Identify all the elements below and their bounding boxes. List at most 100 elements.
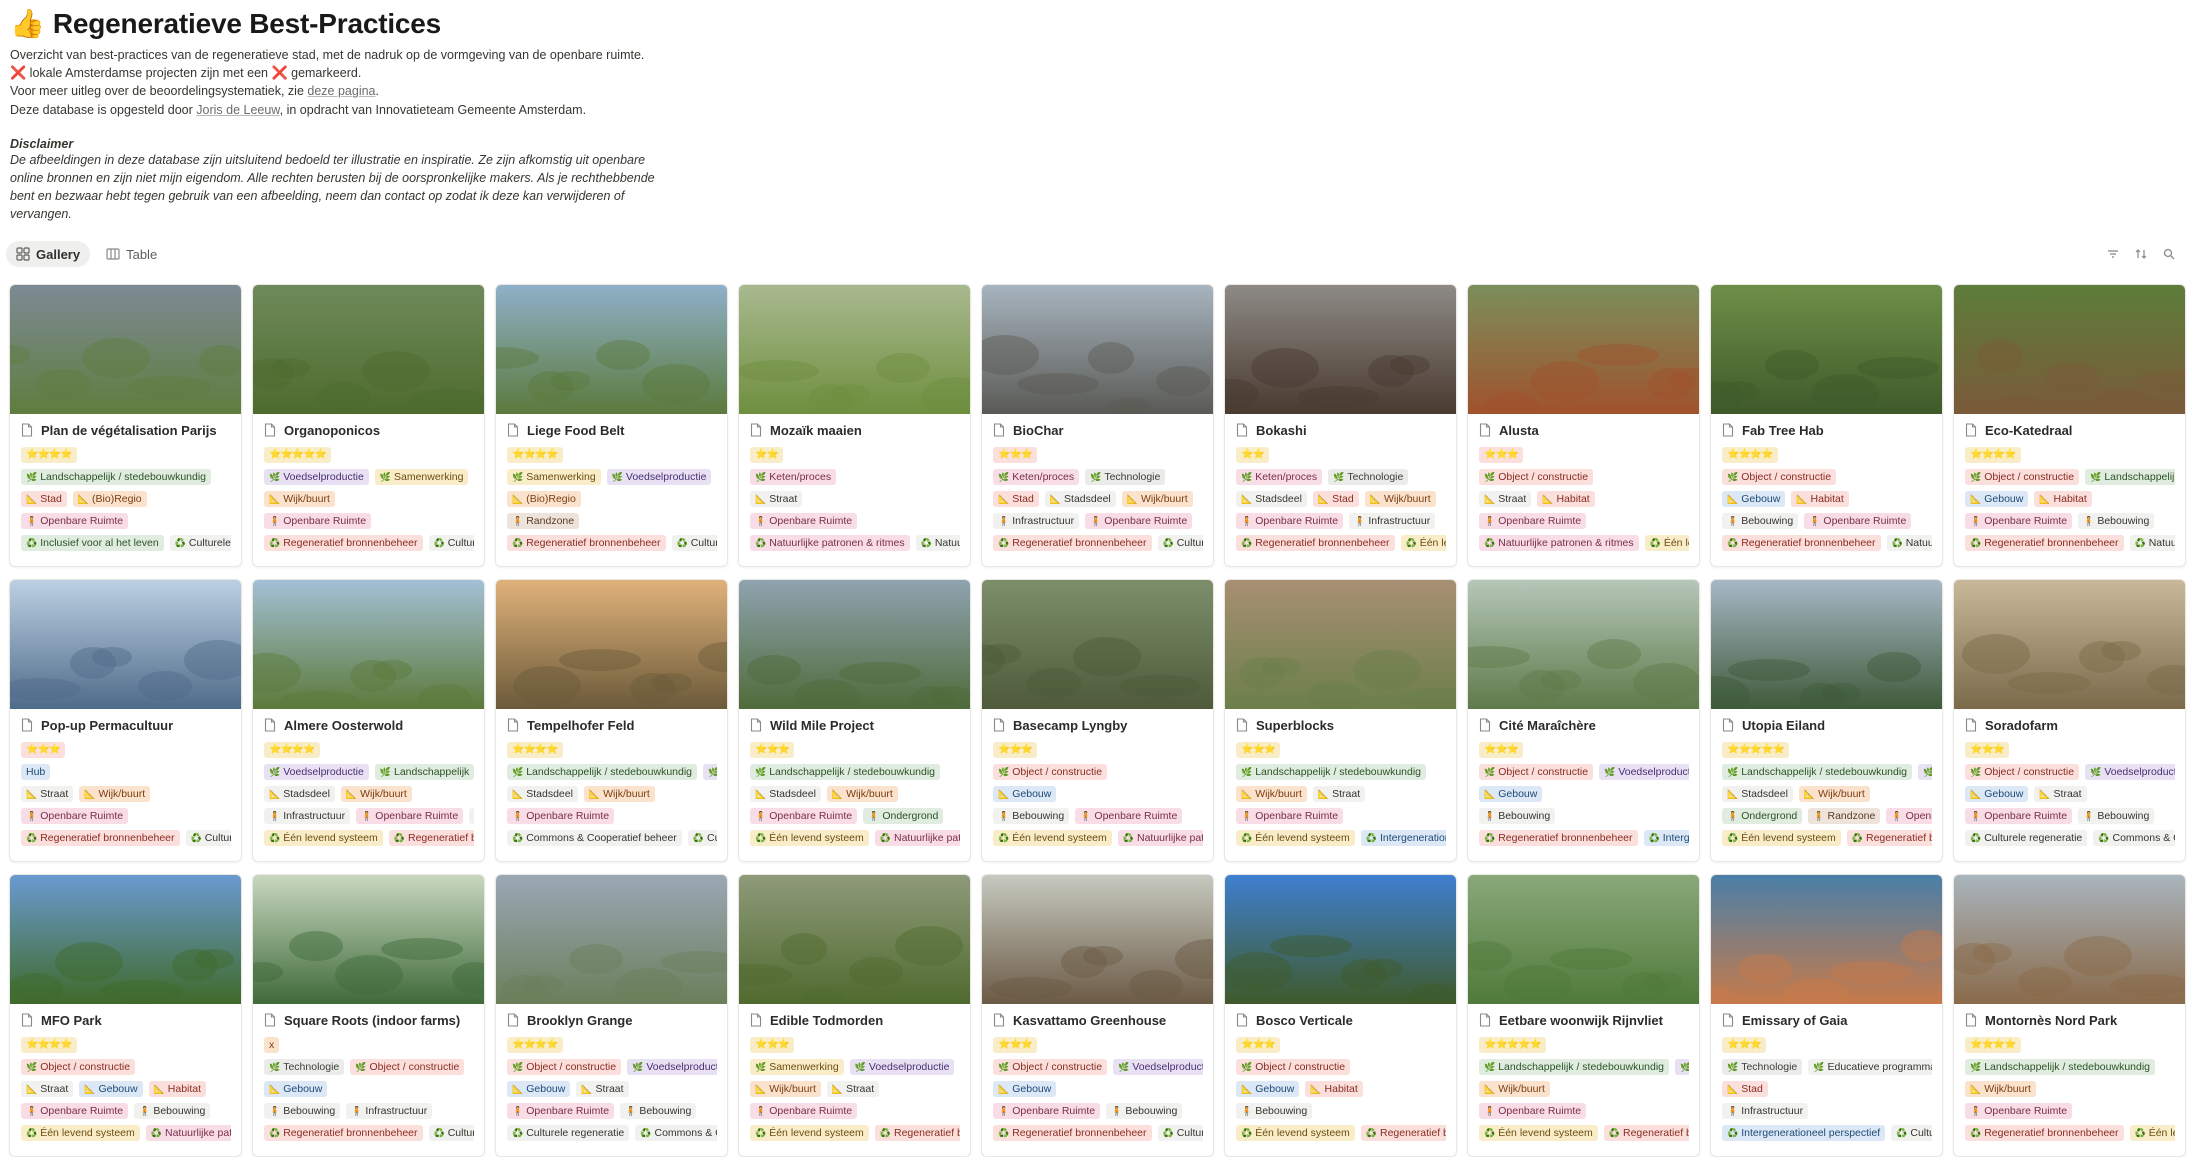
card-title[interactable]: Eetbare woonwijk Rijnvliet xyxy=(1479,1011,1689,1029)
card-title[interactable]: Cité Maraîchère xyxy=(1479,716,1689,734)
gallery-card[interactable]: Pop-up Permacultuur ⭐⭐⭐ Hub 📐 Straat 📐 Wijk/bu… xyxy=(9,579,242,862)
tab-gallery[interactable]: Gallery xyxy=(6,241,91,267)
gallery-card[interactable]: Eco-Katedraal ⭐⭐⭐⭐ 🌿 Object / constructie 🌿 L… xyxy=(1953,284,2186,567)
search-icon[interactable] xyxy=(2161,246,2177,262)
property-tag: 📐 Straat xyxy=(1479,491,1532,507)
card-title[interactable]: Edible Todmorden xyxy=(750,1011,960,1029)
gallery-card[interactable]: Cité Maraîchère ⭐⭐⭐ 🌿 Object / constructie 🌿… xyxy=(1467,579,1700,862)
card-title[interactable]: Organoponicos xyxy=(264,421,474,439)
gallery-card[interactable]: Bokashi ⭐⭐ 🌿 Keten/proces 🌿 Technologie 📐 Stads… xyxy=(1224,284,1457,567)
author-link[interactable]: Joris de Leeuw xyxy=(196,103,279,117)
gallery-card[interactable]: Basecamp Lyngby ⭐⭐⭐ 🌿 Object / constructie 📐… xyxy=(981,579,1214,862)
gallery-card[interactable]: Emissary of Gaia ⭐⭐⭐ 🌿 Technologie 🌿 Educatie… xyxy=(1710,874,1943,1157)
property-tag: 📐 Habitat xyxy=(2034,491,2092,507)
gallery-card[interactable]: Mozaïk maaien ⭐⭐ 🌿 Keten/proces 📐 Straat 🧍 Open… xyxy=(738,284,971,567)
page-title[interactable]: Regeneratieve Best-Practices xyxy=(53,8,441,40)
gallery-card[interactable]: Eetbare woonwijk Rijnvliet ⭐⭐⭐⭐⭐ 🌿 Landscha… xyxy=(1467,874,1700,1157)
card-title[interactable]: Wild Mile Project xyxy=(750,716,960,734)
card-title[interactable]: Tempelhofer Feld xyxy=(507,716,717,734)
property-tag: ♻️Culturele regeneratie xyxy=(687,830,717,846)
card-title[interactable]: Alusta xyxy=(1479,421,1689,439)
tag-label: Infrastructuur xyxy=(283,810,346,822)
card-title[interactable]: Plan de végétalisation Parijs xyxy=(21,421,231,439)
gallery-card[interactable]: Square Roots (indoor farms) x 🌿 Technologie… xyxy=(252,874,485,1157)
tab-table[interactable]: Table xyxy=(96,241,167,267)
card-property-row: 🧍 Openbare Ruimte xyxy=(21,510,231,532)
tag-icon: ♻️ xyxy=(1162,538,1174,548)
tag-icon: 🌿 xyxy=(1970,472,1982,482)
card-property-row: ♻️Regeneratief bronnenbeheer♻️Intergener… xyxy=(1479,827,1689,849)
gallery-card[interactable]: Soradofarm ⭐⭐⭐ 🌿 Object / constructie 🌿 Voeds… xyxy=(1953,579,2186,862)
gallery-card[interactable]: MFO Park ⭐⭐⭐⭐ 🌿 Object / constructie 📐 Straat… xyxy=(9,874,242,1157)
gallery-card[interactable]: Almere Oosterwold ⭐⭐⭐⭐ 🌿 Voedselproductie 🌿 L… xyxy=(252,579,485,862)
card-property-row: 📐 Stad 📐 Stadsdeel 📐 Wijk/buurt xyxy=(993,488,1203,510)
tag-label: x xyxy=(269,1039,275,1051)
tag-icon: ♻️ xyxy=(920,538,932,548)
gallery-card[interactable]: Utopia Eiland ⭐⭐⭐⭐⭐ 🌿 Landschappelijk / ste… xyxy=(1710,579,1943,862)
property-tag: 🌿 Landschappelijk / stedebouwkundig xyxy=(1236,764,1427,780)
gallery-card[interactable]: Wild Mile Project ⭐⭐⭐ 🌿 Landschappelijk / s… xyxy=(738,579,971,862)
card-title[interactable]: Soradofarm xyxy=(1965,716,2175,734)
property-tag: 🧍Openbare Ruimte xyxy=(750,808,858,824)
card-title[interactable]: Kasvattamo Greenhouse xyxy=(993,1011,1203,1029)
tag-icon: 🌿 xyxy=(512,767,524,777)
tag-label: Natuurlijke xyxy=(934,537,960,549)
gallery-card[interactable]: Alusta ⭐⭐⭐ 🌿 Object / constructie 📐 Straat 📐 Ha… xyxy=(1467,284,1700,567)
card-title-text: Fab Tree Hab xyxy=(1742,422,1824,438)
gallery-card[interactable]: Plan de végétalisation Parijs ⭐⭐⭐⭐ 🌿 Landsc… xyxy=(9,284,242,567)
methodology-link[interactable]: deze pagina xyxy=(307,84,375,98)
card-title[interactable]: Bokashi xyxy=(1236,421,1446,439)
tag-label: ⭐⭐⭐ xyxy=(1241,1039,1276,1050)
gallery-card[interactable]: Organoponicos ⭐⭐⭐⭐⭐ 🌿 Voedselproductie 🌿 Same… xyxy=(252,284,485,567)
gallery-card[interactable]: Kasvattamo Greenhouse ⭐⭐⭐ 🌿 Object / constr… xyxy=(981,874,1214,1157)
property-tag: 📐 Straat xyxy=(2034,786,2087,802)
gallery-card[interactable]: BioChar ⭐⭐⭐ 🌿 Keten/proces 🌿 Technologie 📐 Stad… xyxy=(981,284,1214,567)
gallery-card[interactable]: Superblocks ⭐⭐⭐ 🌿 Landschappelijk / stedebo… xyxy=(1224,579,1457,862)
tag-icon: 🌿 xyxy=(1970,1062,1982,1072)
rating-tag: ⭐⭐⭐ xyxy=(1479,447,1524,463)
card-title[interactable]: Pop-up Permacultuur xyxy=(21,716,231,734)
card-title[interactable]: Mozaïk maaien xyxy=(750,421,960,439)
gallery-card[interactable]: Edible Todmorden ⭐⭐⭐ 🌿 Samenwerking 🌿 Voedsel… xyxy=(738,874,971,1157)
card-title[interactable]: Liege Food Belt xyxy=(507,421,717,439)
card-title[interactable]: Fab Tree Hab xyxy=(1722,421,1932,439)
card-title[interactable]: Bosco Verticale xyxy=(1236,1011,1446,1029)
thumbs-up-icon[interactable]: 👍 xyxy=(10,8,45,40)
filter-icon[interactable] xyxy=(2105,246,2121,262)
card-title[interactable]: Utopia Eiland xyxy=(1722,716,1932,734)
card-title[interactable]: Brooklyn Grange xyxy=(507,1011,717,1029)
card-cover-image xyxy=(1711,580,1942,709)
card-title[interactable]: Emissary of Gaia xyxy=(1722,1011,1932,1029)
card-title[interactable]: Almere Oosterwold xyxy=(264,716,474,734)
tag-label: Gebouw xyxy=(98,1083,138,1095)
tag-label: ⭐⭐⭐⭐ xyxy=(1970,449,2017,460)
tag-icon: 📐 xyxy=(1241,1084,1253,1094)
property-tag: 🌿 Landschappelijk xyxy=(2085,469,2175,485)
card-title-text: Liege Food Belt xyxy=(527,422,625,438)
card-title[interactable]: MFO Park xyxy=(21,1011,231,1029)
sort-icon[interactable] xyxy=(2133,246,2149,262)
gallery-card[interactable]: Liege Food Belt ⭐⭐⭐⭐ 🌿 Samenwerking 🌿 Voedsel… xyxy=(495,284,728,567)
tag-icon: 🌿 xyxy=(755,472,767,482)
page-icon xyxy=(1722,1013,1734,1027)
card-title[interactable]: BioChar xyxy=(993,421,1203,439)
gallery-card[interactable]: Brooklyn Grange ⭐⭐⭐⭐ 🌿 Object / constructie… xyxy=(495,874,728,1157)
card-title-text: Eco-Katedraal xyxy=(1985,422,2073,438)
tag-icon: 📐 xyxy=(345,789,358,799)
property-tag: ♻️Natuurlijke patronen & ritmes xyxy=(1117,830,1203,846)
page-icon xyxy=(1965,718,1977,732)
gallery-card[interactable]: Fab Tree Hab ⭐⭐⭐⭐ 🌿 Object / constructie 📐 Ge… xyxy=(1710,284,1943,567)
card-title[interactable]: Montornès Nord Park xyxy=(1965,1011,2175,1029)
property-tag: ♻️Één levend systeem xyxy=(1236,830,1355,846)
card-title[interactable]: Basecamp Lyngby xyxy=(993,716,1203,734)
gallery-card[interactable]: Bosco Verticale ⭐⭐⭐ 🌿 Object / constructie 📐… xyxy=(1224,874,1457,1157)
page-icon xyxy=(750,1013,762,1027)
card-title[interactable]: Eco-Katedraal xyxy=(1965,421,2175,439)
card-title[interactable]: Superblocks xyxy=(1236,716,1446,734)
gallery-card[interactable]: Montornès Nord Park ⭐⭐⭐⭐ 🌿 Landschappelijk … xyxy=(1953,874,2186,1157)
property-tag: ♻️Één levend systeem xyxy=(1400,535,1446,551)
tag-label: Samenwerking xyxy=(769,1061,839,1073)
gallery-card[interactable]: Tempelhofer Feld ⭐⭐⭐⭐ 🌿 Landschappelijk / s… xyxy=(495,579,728,862)
property-tag: ♻️Culturele regeneratie xyxy=(185,830,231,846)
card-title[interactable]: Square Roots (indoor farms) xyxy=(264,1011,474,1029)
